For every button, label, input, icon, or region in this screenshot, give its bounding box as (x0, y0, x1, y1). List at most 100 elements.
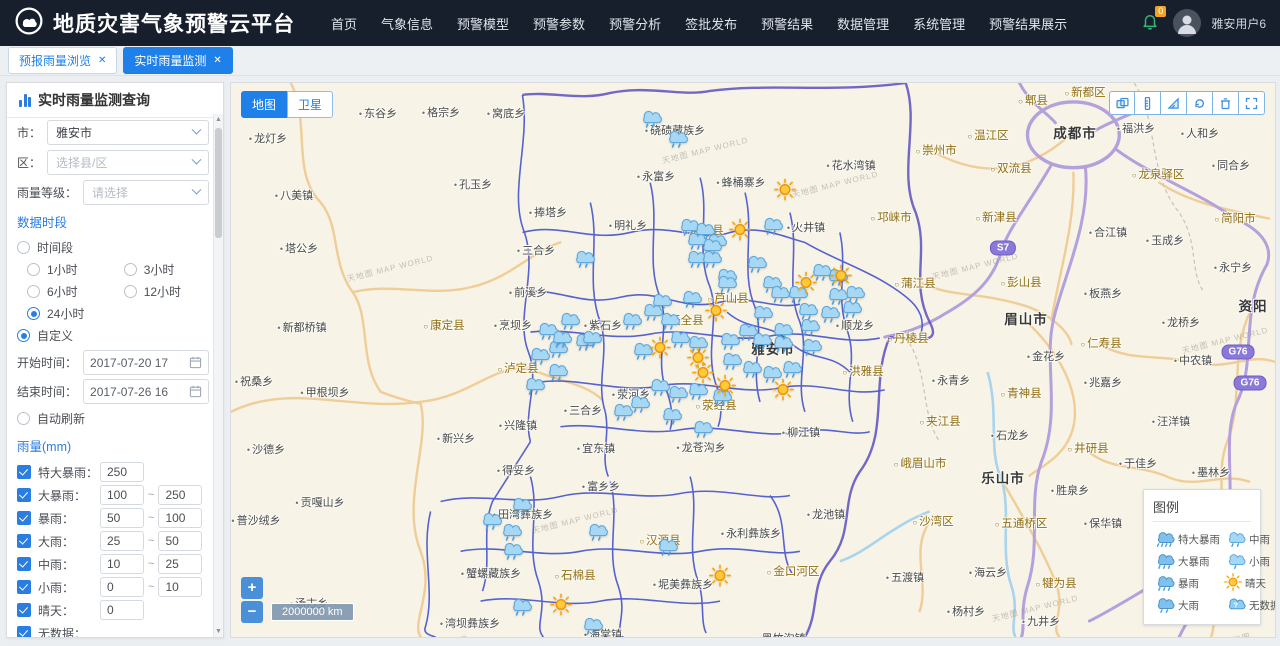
legend-item-label: 特大暴雨 (1178, 532, 1220, 547)
legend-item-label: 暴雨 (1178, 576, 1199, 591)
city-select-value: 雅安市 (56, 124, 92, 141)
legend-item-中雨: 中雨 (1224, 528, 1276, 550)
rain-row-label: 无数据： (38, 625, 100, 638)
rain-section-title: 雨量(mm) (17, 436, 209, 455)
checkbox-小雨[interactable] (17, 580, 31, 594)
user-name[interactable]: 雅安用户6 (1211, 15, 1266, 32)
rain-row-label: 大雨： (38, 533, 100, 550)
rain-row-label: 小雨： (38, 579, 100, 596)
threshold-input-max[interactable]: 10 (158, 577, 202, 597)
scrollbar-thumb[interactable] (215, 128, 222, 238)
threshold-input-min[interactable]: 25 (100, 531, 144, 551)
scroll-up-arrow[interactable]: ▲ (214, 116, 223, 123)
checkbox-中雨[interactable] (17, 557, 31, 571)
menu-item-首页[interactable]: 首页 (321, 8, 367, 39)
menu-item-系统管理[interactable]: 系统管理 (903, 8, 975, 39)
legend-item-大暴雨: 大暴雨 (1153, 550, 1220, 572)
time-radio-group: 时间段1小时3小时6小时12小时24小时 (17, 237, 209, 324)
range-separator: ~ (148, 535, 154, 547)
map-type-地图[interactable]: 地图 (241, 91, 287, 118)
range-separator: ~ (148, 558, 154, 570)
legend-title: 图例 (1153, 497, 1251, 522)
menu-item-气象信息[interactable]: 气象信息 (371, 8, 443, 39)
zoom-out-button[interactable]: − (241, 601, 263, 623)
radio-6小时[interactable] (27, 285, 40, 298)
radio-自定义[interactable] (17, 329, 30, 342)
end-time-input[interactable]: 2017-07-26 16 (83, 379, 209, 404)
tab-close-icon[interactable]: ✕ (98, 55, 106, 66)
threshold-input-min[interactable]: 0 (100, 600, 144, 620)
menu-item-预警参数[interactable]: 预警参数 (523, 8, 595, 39)
legend-item-label: 晴天 (1245, 576, 1266, 591)
panel-scrollbar[interactable]: ▲ ▼ (213, 114, 223, 637)
avatar[interactable] (1173, 9, 1201, 37)
notifications-button[interactable]: 0 (1137, 10, 1163, 36)
tab-实时雨量监测[interactable]: 实时雨量监测 ✕ (123, 47, 232, 74)
radio-24小时[interactable] (27, 307, 40, 320)
calendar-icon (189, 385, 202, 398)
reset-rotation-icon[interactable] (1187, 91, 1213, 115)
main-menu: 首页气象信息预警模型预警参数预警分析签批发布预警结果数据管理系统管理预警结果展示 (321, 8, 1077, 39)
rain-row-label: 中雨： (38, 556, 100, 573)
threshold-input-max[interactable]: 100 (158, 508, 202, 528)
map-area[interactable]: 天地图 MAP WORLD天地图 MAP WORLD天地图 MAP WORLD天… (230, 82, 1276, 638)
scroll-down-arrow[interactable]: ▼ (214, 628, 223, 635)
measure-distance-icon[interactable] (1135, 91, 1161, 115)
checkbox-特大暴雨[interactable] (17, 465, 31, 479)
checkbox-暴雨[interactable] (17, 511, 31, 525)
menu-item-数据管理[interactable]: 数据管理 (827, 8, 899, 39)
checkbox-晴天[interactable] (17, 603, 31, 617)
menu-item-预警分析[interactable]: 预警分析 (599, 8, 671, 39)
menu-item-预警结果展示[interactable]: 预警结果展示 (979, 8, 1077, 39)
range-separator: ~ (148, 581, 154, 593)
threshold-input-min[interactable]: 100 (100, 485, 144, 505)
range-separator: ~ (148, 489, 154, 501)
radio-12小时[interactable] (124, 285, 137, 298)
tab-close-icon[interactable]: ✕ (213, 55, 221, 66)
radio-自动刷新[interactable] (17, 412, 30, 425)
menu-item-签批发布[interactable]: 签批发布 (675, 8, 747, 39)
radio-3小时[interactable] (124, 263, 137, 276)
rain3b-icon (1153, 573, 1175, 594)
threshold-input-max[interactable]: 250 (158, 485, 202, 505)
chevron-down-icon (192, 155, 202, 165)
rain-row-无数据: 无数据： (17, 622, 209, 637)
city-select[interactable]: 雅安市 (47, 120, 209, 145)
radio-label: 1小时 (47, 261, 78, 278)
menu-item-预警模型[interactable]: 预警模型 (447, 8, 519, 39)
threshold-input-min[interactable]: 250 (100, 462, 144, 482)
radio-label: 自动刷新 (37, 410, 85, 427)
rain-row-大暴雨: 大暴雨：100~250 (17, 484, 209, 506)
radio-1小时[interactable] (27, 263, 40, 276)
rain-level-placeholder: 请选择 (92, 184, 128, 201)
menu-item-预警结果[interactable]: 预警结果 (751, 8, 823, 39)
threshold-input-max[interactable]: 50 (158, 531, 202, 551)
threshold-input-min[interactable]: 0 (100, 577, 144, 597)
rain-level-select[interactable]: 请选择 (83, 180, 209, 205)
checkbox-大暴雨[interactable] (17, 488, 31, 502)
checkbox-无数据[interactable] (17, 626, 31, 637)
clear-icon[interactable] (1213, 91, 1239, 115)
app-logo: 地质灾害气象预警云平台 (14, 6, 295, 41)
threshold-input-max[interactable]: 25 (158, 554, 202, 574)
radio-时间段[interactable] (17, 241, 30, 254)
map-type-卫星[interactable]: 卫星 (287, 91, 333, 118)
zoom-in-button[interactable]: + (241, 577, 263, 599)
panel-header: 实时雨量监测查询 (7, 83, 223, 118)
tab-label: 实时雨量监测 (134, 52, 206, 69)
checkbox-大雨[interactable] (17, 534, 31, 548)
legend-item-label: 无数据 (1249, 598, 1276, 613)
district-select[interactable]: 选择县/区 (47, 150, 209, 175)
fullscreen-icon[interactable] (1239, 91, 1265, 115)
radio-label: 自定义 (37, 327, 73, 344)
nodata-icon: ? (1224, 595, 1246, 616)
threshold-input-min[interactable]: 10 (100, 554, 144, 574)
tab-预报雨量浏览[interactable]: 预报雨量浏览✕ (8, 47, 117, 74)
draw-polygon-icon[interactable] (1109, 91, 1135, 115)
measure-area-icon[interactable] (1161, 91, 1187, 115)
query-panel: 实时雨量监测查询 市： 雅安市 区： 选择县/区 雨量等级： 请选择 (6, 82, 224, 638)
start-time-input[interactable]: 2017-07-20 17 (83, 350, 209, 375)
district-select-placeholder: 选择县/区 (56, 154, 107, 171)
radio-label: 6小时 (47, 283, 78, 300)
threshold-input-min[interactable]: 50 (100, 508, 144, 528)
